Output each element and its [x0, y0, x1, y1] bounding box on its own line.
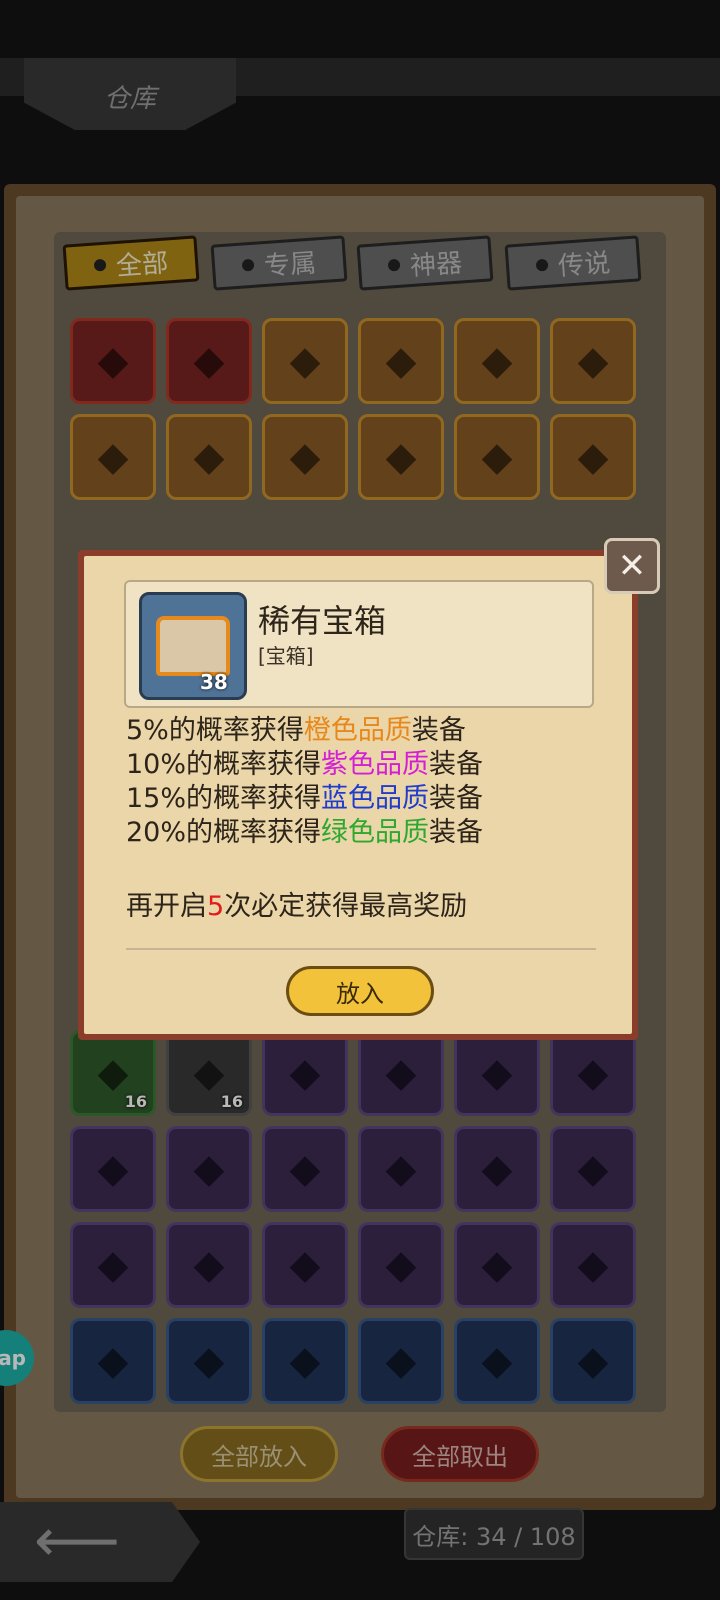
divider — [126, 948, 596, 950]
close-button[interactable]: ✕ — [604, 538, 660, 594]
drop-rate-line: 20%的概率获得绿色品质装备 — [126, 817, 484, 848]
item-name: 稀有宝箱 — [258, 602, 387, 640]
item-type: [宝箱] — [258, 644, 314, 668]
treasure-chest-icon — [139, 592, 247, 700]
guarantee-text: 再开启5次必定获得最高奖励 — [126, 891, 468, 922]
put-in-button[interactable]: 放入 — [286, 966, 434, 1016]
item-count: 38 — [200, 670, 228, 694]
close-icon: ✕ — [617, 546, 647, 586]
